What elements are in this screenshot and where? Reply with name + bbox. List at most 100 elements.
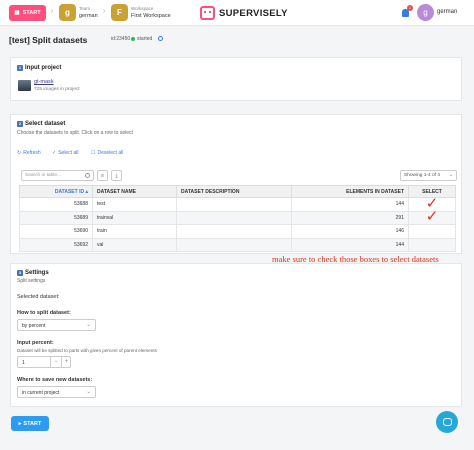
cell-dataset-name: trainval [92, 210, 177, 225]
logo[interactable]: SUPERVISELY [219, 8, 288, 19]
refresh-button[interactable]: ↻ Refresh [17, 150, 41, 156]
settings-title: Settings [25, 270, 49, 276]
plus-icon[interactable]: + [61, 357, 71, 367]
split-method-select[interactable]: by percent ⌄ [17, 319, 96, 331]
save-location-label: Where to save new datasets: [17, 377, 93, 383]
notification-badge: 1 [407, 5, 413, 11]
percent-label: Input percent: [17, 340, 54, 346]
start-button[interactable]: ▸ START [11, 416, 49, 431]
table-row[interactable]: 53688 test 144 ✓ [19, 195, 456, 212]
settings-card: 3 Settings Split settings Selected datas… [10, 263, 462, 407]
table-header-row: DATASET ID ▴ DATASET NAME DATASET DESCRI… [19, 185, 456, 198]
cell-elements: 144 [291, 237, 409, 252]
card-title: 3 Settings [17, 270, 49, 276]
select-checkbox[interactable] [408, 237, 456, 252]
search-placeholder: Search in table... [25, 173, 61, 178]
settings-subtitle: Split settings [17, 278, 46, 284]
card-title: 2 Select dataset [17, 121, 65, 127]
download-button[interactable]: ⤓ [111, 170, 122, 181]
checkmark-icon: ✓ [425, 207, 439, 226]
gear-icon[interactable] [158, 36, 163, 41]
search-input[interactable]: Search in table... [21, 170, 94, 181]
download-icon: ⤓ [115, 172, 118, 179]
step-number: 2 [17, 121, 23, 127]
column-header-elements[interactable]: ELEMENTS IN DATASET [291, 185, 409, 198]
datasets-table: DATASET ID ▴ DATASET NAME DATASET DESCRI… [19, 185, 456, 252]
user-avatar[interactable]: g [417, 4, 434, 21]
page-title: [test] Split datasets [9, 35, 88, 45]
selected-dataset-label: Selected dataset: [17, 294, 60, 300]
column-header-dataset-name[interactable]: DATASET NAME [92, 185, 177, 198]
chevron-down-icon: ⌄ [86, 389, 91, 395]
cell-dataset-id: 53688 [19, 197, 93, 212]
project-thumbnail [18, 80, 31, 91]
cell-description [176, 224, 292, 239]
filter-button[interactable]: ≡ [97, 170, 108, 181]
cell-dataset-id: 53689 [19, 210, 93, 225]
refresh-icon: ↻ [17, 150, 22, 156]
cell-dataset-id: 53690 [19, 224, 93, 239]
start-top-label: START [22, 10, 41, 16]
start-top-button[interactable]: ▦ START [9, 5, 46, 21]
cell-elements: 146 [291, 224, 409, 239]
logo-icon [200, 6, 215, 20]
play-icon: ▸ [18, 420, 22, 427]
chat-icon [442, 418, 452, 426]
top-bar: ▦ START › g Team german › F Workspace Fi… [0, 0, 474, 26]
step-number: 3 [17, 270, 23, 276]
team-name[interactable]: german [79, 13, 98, 19]
save-location-select[interactable]: in current project ⌄ [17, 386, 96, 398]
percent-stepper[interactable]: 1 − + [17, 356, 71, 368]
project-link[interactable]: gt-mask [34, 79, 54, 85]
percent-value: 1 [22, 360, 25, 366]
select-checkbox[interactable] [408, 224, 456, 239]
cell-dataset-name: test [92, 197, 177, 212]
select-all-button[interactable]: ✓ Select all [52, 150, 79, 156]
check-icon: ✓ [52, 150, 57, 156]
input-project-title: Input project [25, 65, 62, 71]
status-dot-icon [131, 37, 135, 41]
user-name[interactable]: german [437, 9, 457, 15]
select-dataset-subtitle: Choose the datasets to split. Click on a… [17, 130, 133, 136]
team-label: Team [79, 6, 91, 11]
split-method-label: How to split dataset: [17, 310, 71, 316]
table-row[interactable]: 53689 trainval 291 ✓ [19, 209, 456, 225]
pagination-text: Showing 1-4 of 4 [404, 173, 441, 178]
chat-button[interactable] [436, 411, 458, 433]
column-header-dataset-id[interactable]: DATASET ID ▴ [19, 185, 93, 198]
table-row[interactable]: 53692 val 144 [19, 237, 456, 252]
select-checkbox[interactable]: ✓ [408, 209, 456, 225]
cell-description [176, 237, 292, 252]
cell-dataset-id: 53692 [19, 237, 93, 252]
cell-dataset-name: val [92, 237, 177, 252]
cell-elements: 144 [291, 197, 409, 212]
step-number: 1 [17, 65, 23, 71]
percent-hint: Dataset will be splitted to parts with g… [17, 348, 157, 353]
save-location-value: in current project [22, 390, 60, 396]
chevron-right-icon: › [103, 8, 106, 15]
search-icon [85, 173, 90, 178]
refresh-label: Refresh [23, 150, 41, 156]
workspace-name[interactable]: First Workspace [131, 13, 171, 19]
cell-dataset-name: train [92, 224, 177, 239]
split-method-value: by percent [22, 323, 46, 329]
team-avatar[interactable]: g [59, 4, 76, 21]
cell-description [176, 197, 292, 212]
chevron-right-icon: › [51, 8, 54, 15]
table-row[interactable]: 53690 train 146 [19, 224, 456, 239]
deselect-all-button[interactable]: ☐ Deselect all [91, 150, 123, 156]
deselect-all-label: Deselect all [97, 150, 124, 156]
column-header-description[interactable]: DATASET DESCRIPTION [176, 185, 292, 198]
cell-description [176, 210, 292, 225]
chevron-down-icon: ⌄ [86, 322, 91, 328]
chevron-down-icon: ⌄ [448, 172, 453, 178]
select-dataset-title: Select dataset [25, 121, 66, 127]
select-dataset-card: 2 Select dataset Choose the datasets to … [10, 114, 462, 254]
status-badge: started [131, 36, 152, 42]
project-info: 725 images in project [34, 87, 80, 92]
workspace-avatar[interactable]: F [111, 4, 128, 21]
pagination-select[interactable]: Showing 1-4 of 4 ⌄ [400, 170, 457, 181]
minus-icon[interactable]: − [50, 357, 61, 367]
filter-icon: ≡ [101, 172, 104, 179]
cell-elements: 291 [291, 210, 409, 225]
